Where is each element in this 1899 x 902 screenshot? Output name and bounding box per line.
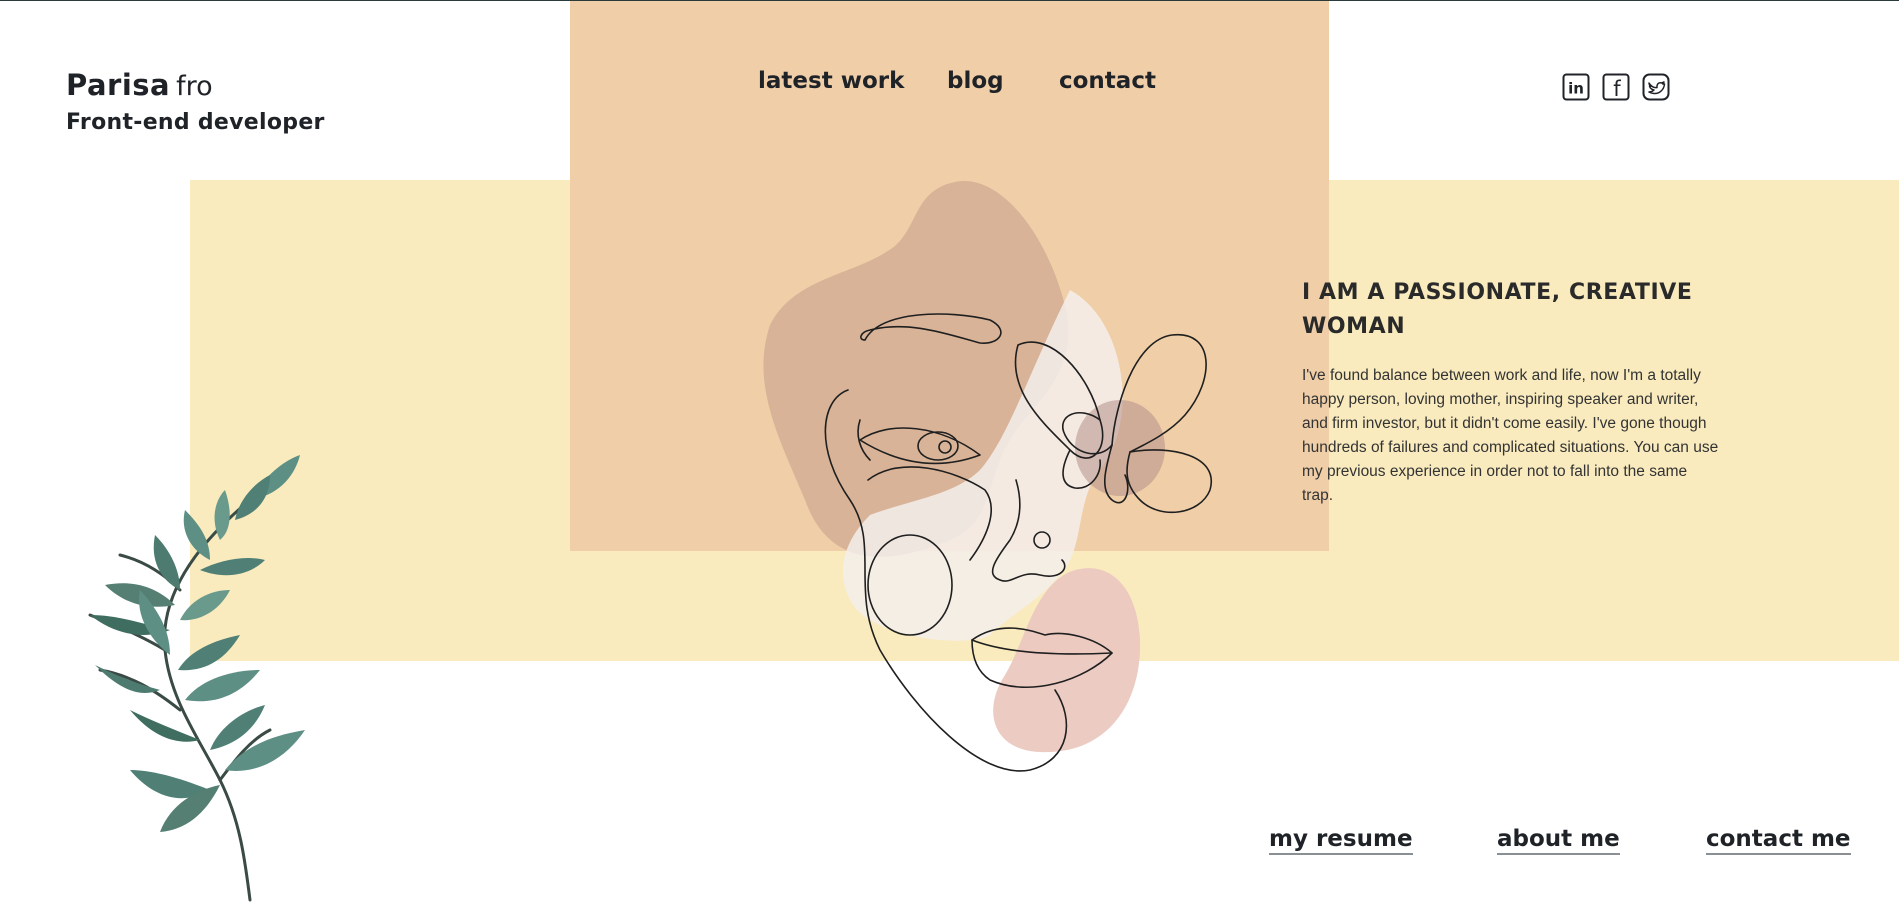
link-contact-me[interactable]: contact me	[1706, 826, 1851, 855]
linkedin-letters: in	[1568, 80, 1584, 98]
hero-heading: I AM A PASSIONATE, CREATIVE WOMAN	[1302, 280, 1693, 339]
hero-body: I've found balance between work and life…	[1302, 367, 1719, 504]
facebook-link[interactable]: f	[1602, 73, 1630, 101]
nav-contact[interactable]: contact	[1059, 68, 1156, 94]
social-links: in f	[1562, 73, 1670, 101]
link-my-resume[interactable]: my resume	[1269, 826, 1413, 855]
twitter-icon	[1642, 73, 1670, 101]
facebook-letter: f	[1613, 77, 1621, 101]
nav-blog[interactable]: blog	[947, 68, 1004, 94]
link-about-me[interactable]: about me	[1497, 826, 1620, 855]
leaf-foliage	[90, 455, 305, 832]
brand-role: Front-end developer	[66, 110, 325, 135]
facebook-icon: f	[1602, 73, 1630, 101]
hero-text: I AM A PASSIONATE, CREATIVE WOMAN I've f…	[1302, 276, 1722, 508]
nav-latest-work[interactable]: latest work	[758, 68, 904, 94]
footer-links: my resume about me contact me	[0, 826, 1899, 866]
linkedin-link[interactable]: in	[1562, 73, 1590, 101]
twitter-link[interactable]	[1642, 73, 1670, 101]
face-line-art	[763, 181, 1213, 772]
linkedin-icon: in	[1562, 73, 1590, 101]
